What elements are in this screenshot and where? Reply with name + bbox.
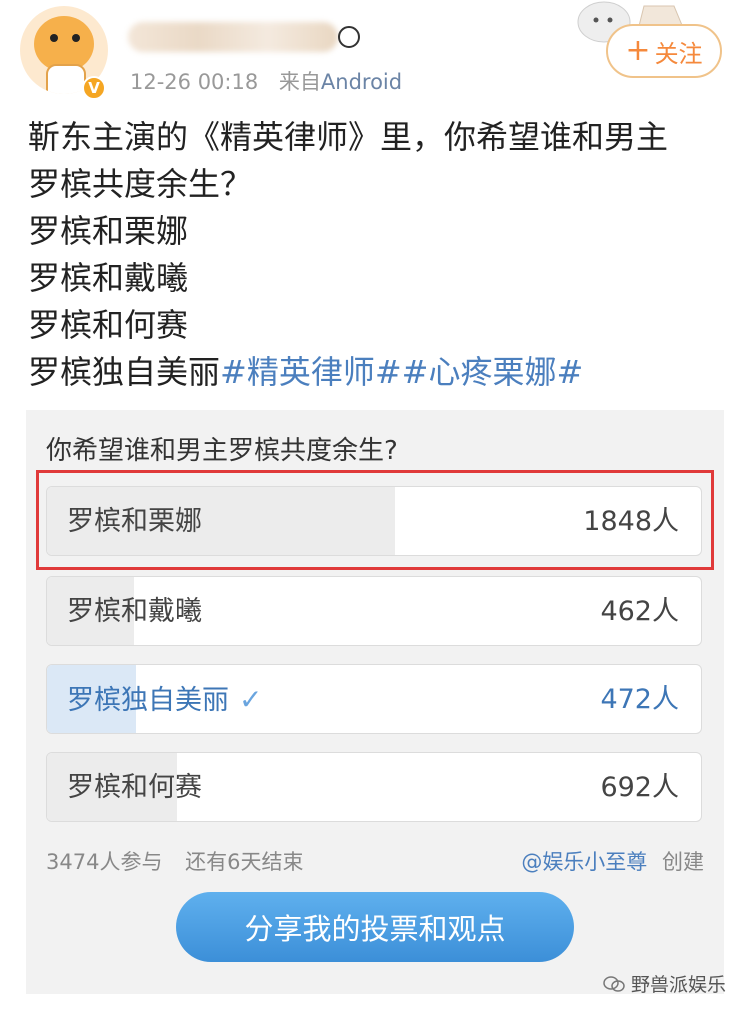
hashtag-link[interactable]: #精英律师# bbox=[220, 353, 402, 391]
avatar-eye-right bbox=[72, 34, 80, 42]
follow-button[interactable]: + 关注 bbox=[606, 24, 722, 78]
verified-badge-icon: V bbox=[82, 76, 106, 100]
source-prefix: 来自 bbox=[278, 70, 321, 94]
plus-icon: + bbox=[625, 33, 651, 68]
poll-option[interactable]: 罗槟和何赛 692人 bbox=[46, 752, 702, 822]
poll-option-label: 罗槟独自美丽 ✓ bbox=[67, 665, 263, 733]
post-line: 罗槟和栗娜 bbox=[28, 212, 189, 250]
poll-creator: @娱乐小至尊 创建 bbox=[521, 846, 704, 876]
poll-option[interactable]: 罗槟和栗娜 1848人 bbox=[46, 486, 702, 556]
poll-option-count: 692人 bbox=[600, 772, 679, 803]
follow-label: 关注 bbox=[654, 39, 703, 68]
hashtag-link[interactable]: #心疼栗娜# bbox=[402, 353, 584, 391]
poll-option[interactable]: 罗槟和戴曦 462人 bbox=[46, 576, 702, 646]
poll-question: 你希望谁和男主罗槟共度余生? bbox=[46, 436, 398, 466]
creator-link[interactable]: @娱乐小至尊 bbox=[521, 850, 647, 874]
post-line-last: 罗槟独自美丽#精英律师##心疼栗娜# bbox=[28, 349, 728, 396]
check-icon: ✓ bbox=[239, 683, 263, 716]
avatar-eye-left bbox=[50, 34, 58, 42]
poll-card: 你希望谁和男主罗槟共度余生? 罗槟和栗娜 1848人 罗槟和戴曦 462人 罗槟… bbox=[26, 410, 724, 994]
avatar-body bbox=[46, 64, 86, 94]
poll-option-label: 罗槟和栗娜 bbox=[67, 506, 202, 537]
watermark: 野兽派娱乐 bbox=[603, 970, 726, 997]
post-timestamp: 12-26 00:18 bbox=[130, 70, 259, 94]
poll-option-count: 462人 bbox=[600, 596, 679, 627]
post-line: 罗槟和戴曦 bbox=[28, 259, 189, 297]
username-blurred[interactable] bbox=[128, 22, 338, 52]
poll-option-label: 罗槟和何赛 bbox=[67, 772, 202, 803]
poll-option-selected[interactable]: 罗槟独自美丽 ✓ 472人 bbox=[46, 664, 702, 734]
post-line: 罗槟共度余生？ bbox=[28, 165, 253, 203]
post-meta: 12-26 00:18 来自Android bbox=[130, 66, 402, 96]
created-label: 创建 bbox=[662, 850, 704, 874]
participant-count: 3474人参与 bbox=[46, 850, 163, 874]
poll-stats: 3474人参与 还有6天结束 bbox=[46, 846, 304, 876]
post-line: 靳东主演的《精英律师》里，你希望谁和男主 bbox=[28, 118, 669, 156]
wechat-icon bbox=[603, 975, 625, 992]
source-link[interactable]: Android bbox=[321, 70, 402, 94]
post-line: 罗槟和何赛 bbox=[28, 306, 189, 344]
post-line-text: 罗槟独自美丽 bbox=[28, 353, 221, 391]
time-remaining: 还有6天结束 bbox=[185, 850, 304, 874]
poll-option-label: 罗槟和戴曦 bbox=[67, 596, 202, 627]
share-vote-button[interactable]: 分享我的投票和观点 bbox=[176, 892, 574, 962]
poll-option-label-text: 罗槟独自美丽 bbox=[67, 685, 229, 716]
post-text: 靳东主演的《精英律师》里，你希望谁和男主 罗槟共度余生？ 罗槟和栗娜 罗槟和戴曦… bbox=[28, 114, 728, 396]
poll-option-count: 1848人 bbox=[583, 506, 679, 537]
panda-badge-icon bbox=[338, 26, 360, 48]
poll-option-count: 472人 bbox=[600, 684, 679, 715]
watermark-text: 野兽派娱乐 bbox=[630, 974, 726, 996]
